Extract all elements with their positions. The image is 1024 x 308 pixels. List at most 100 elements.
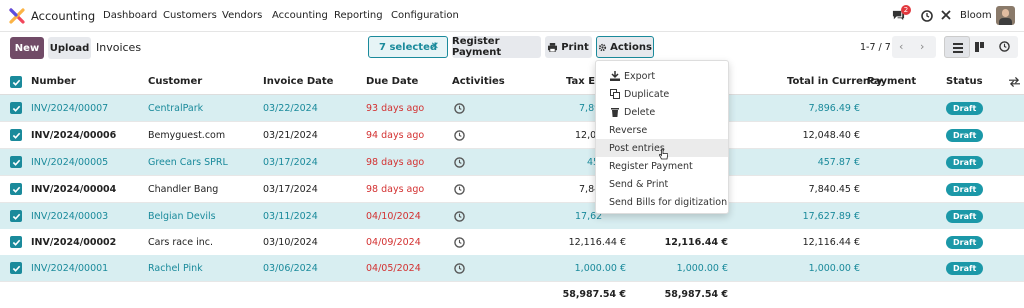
invoice-number: INV/2024/00002	[31, 237, 117, 248]
row-checkbox[interactable]	[10, 102, 22, 114]
menu-vendors[interactable]: Vendors	[222, 10, 262, 21]
table-row[interactable]: INV/2024/00003 Belgian Devils 03/11/2024…	[0, 203, 1024, 230]
menu-item-label: Delete	[624, 106, 656, 118]
menu-item-label: Register Payment	[609, 160, 693, 172]
menu-item-label: Send Bills for digitization	[609, 196, 728, 208]
column-number[interactable]: Number	[31, 76, 76, 87]
row-checkbox[interactable]	[10, 156, 22, 168]
top-navbar: Accounting Dashboard Customers Vendors A…	[0, 0, 1024, 32]
column-invoice-date[interactable]: Invoice Date	[263, 76, 333, 87]
due-date: 04/05/2024	[366, 263, 421, 274]
customer-name: Green Cars SPRL	[148, 157, 228, 168]
due-date: 04/10/2024	[366, 211, 421, 222]
total-in-currency: 12,048.40 €	[802, 130, 860, 141]
activity-view-icon[interactable]	[999, 41, 1010, 52]
row-checkbox[interactable]	[10, 210, 22, 222]
column-activities[interactable]: Activities	[452, 76, 505, 87]
menu-item-send-bills-digitization[interactable]: Send Bills for digitization	[596, 193, 728, 211]
breadcrumb-invoices: Invoices	[96, 41, 142, 54]
column-payment[interactable]: Payment	[867, 76, 916, 87]
row-checkbox[interactable]	[10, 236, 22, 248]
row-checkbox[interactable]	[10, 262, 22, 274]
new-button[interactable]: New	[10, 37, 44, 59]
menu-reporting[interactable]: Reporting	[334, 10, 383, 21]
actions-label: Actions	[610, 41, 652, 53]
pager-previous-icon[interactable]: ‹	[899, 40, 903, 53]
menu-configuration[interactable]: Configuration	[391, 10, 459, 21]
activity-clock-icon[interactable]	[454, 184, 465, 195]
table-row[interactable]: INV/2024/00004 Chandler Bang 03/17/2024 …	[0, 176, 1024, 203]
actions-button[interactable]: Actions	[596, 36, 654, 58]
total-in-currency: 7,840.45 €	[808, 184, 860, 195]
menu-item-duplicate[interactable]: Duplicate	[596, 85, 728, 103]
due-date: 98 days ago	[366, 157, 425, 168]
table-row[interactable]: INV/2024/00006 Bemyguest.com 03/21/2024 …	[0, 122, 1024, 149]
customer-name: Bemyguest.com	[148, 130, 226, 141]
menu-item-export[interactable]: Export	[596, 67, 728, 85]
column-due-date[interactable]: Due Date	[366, 76, 418, 87]
menu-dashboard[interactable]: Dashboard	[103, 10, 157, 21]
table-row[interactable]: INV/2024/00001 Rachel Pink 03/06/2024 04…	[0, 255, 1024, 282]
invoice-date: 03/22/2024	[263, 103, 318, 114]
activity-clock-icon[interactable]	[454, 263, 465, 274]
invoice-number: INV/2024/00005	[31, 157, 109, 168]
row-checkbox[interactable]	[10, 183, 22, 195]
table-row[interactable]: INV/2024/00005 Green Cars SPRL 03/17/202…	[0, 149, 1024, 176]
invoice-date: 03/06/2024	[263, 263, 318, 274]
clear-selection-icon[interactable]: ✕	[431, 41, 439, 52]
app-name[interactable]: Accounting	[31, 9, 95, 23]
tools-icon[interactable]	[940, 9, 952, 21]
column-customer[interactable]: Customer	[148, 76, 202, 87]
activity-clock-icon[interactable]	[454, 103, 465, 114]
activity-clock-icon[interactable]	[454, 211, 465, 222]
invoice-number: INV/2024/00006	[31, 130, 117, 141]
status-badge: Draft	[946, 102, 984, 115]
activity-clock-icon[interactable]	[454, 237, 465, 248]
menu-item-delete[interactable]: Delete	[596, 103, 728, 121]
customer-name: Belgian Devils	[148, 211, 216, 222]
menu-customers[interactable]: Customers	[163, 10, 217, 21]
user-avatar[interactable]	[996, 6, 1015, 25]
menu-item-post-entries[interactable]: Post entries	[596, 139, 728, 160]
invoice-number: INV/2024/00004	[31, 184, 117, 195]
view-switcher	[944, 36, 1018, 58]
tax-excluded: 1,000.00 €	[574, 263, 626, 274]
select-all-checkbox[interactable]	[10, 76, 22, 88]
company-name[interactable]: Bloom	[960, 10, 992, 21]
invoice-date: 03/17/2024	[263, 157, 318, 168]
status-badge: Draft	[946, 262, 984, 275]
invoice-number: INV/2024/00007	[31, 103, 109, 114]
pager-next-icon[interactable]: ›	[920, 40, 924, 53]
printer-icon	[548, 42, 558, 52]
menu-item-send-print[interactable]: Send & Print	[596, 175, 728, 193]
pager-value[interactable]: 1-7 / 7	[860, 42, 891, 53]
clock-icon[interactable]	[921, 10, 933, 22]
due-date: 94 days ago	[366, 130, 425, 141]
register-payment-button[interactable]: Register Payment	[452, 36, 541, 58]
totals-row: 58,987.54 € 58,987.54 €	[0, 282, 1024, 308]
column-status[interactable]: Status	[946, 76, 983, 87]
menu-accounting[interactable]: Accounting	[272, 10, 328, 21]
kanban-view-icon[interactable]	[975, 42, 985, 52]
table-row[interactable]: INV/2024/00007 CentralPark 03/22/2024 93…	[0, 95, 1024, 122]
row-checkbox[interactable]	[10, 129, 22, 141]
total-in-currency: 1,000.00 €	[808, 263, 860, 274]
gear-icon	[598, 43, 607, 51]
menu-item-reverse[interactable]: Reverse	[596, 121, 728, 139]
upload-button[interactable]: Upload	[48, 37, 91, 59]
status-badge: Draft	[946, 183, 984, 196]
activity-clock-icon[interactable]	[454, 157, 465, 168]
list-view-icon[interactable]	[944, 36, 970, 58]
print-button[interactable]: Print	[545, 36, 592, 58]
customer-name: Chandler Bang	[148, 184, 219, 195]
status-badge: Draft	[946, 236, 984, 249]
total-in-currency: 7,896.49 €	[808, 103, 860, 114]
optional-columns-icon[interactable]	[1009, 77, 1020, 87]
table-row[interactable]: INV/2024/00002 Cars race inc. 03/10/2024…	[0, 229, 1024, 256]
accounting-app-icon[interactable]	[9, 8, 25, 24]
menu-item-register-payment[interactable]: Register Payment	[596, 157, 728, 175]
activity-clock-icon[interactable]	[454, 130, 465, 141]
invoice-number: INV/2024/00001	[31, 263, 109, 274]
selection-counter: 7 selected ✕	[368, 36, 448, 58]
notification-badge: 2	[901, 5, 911, 15]
